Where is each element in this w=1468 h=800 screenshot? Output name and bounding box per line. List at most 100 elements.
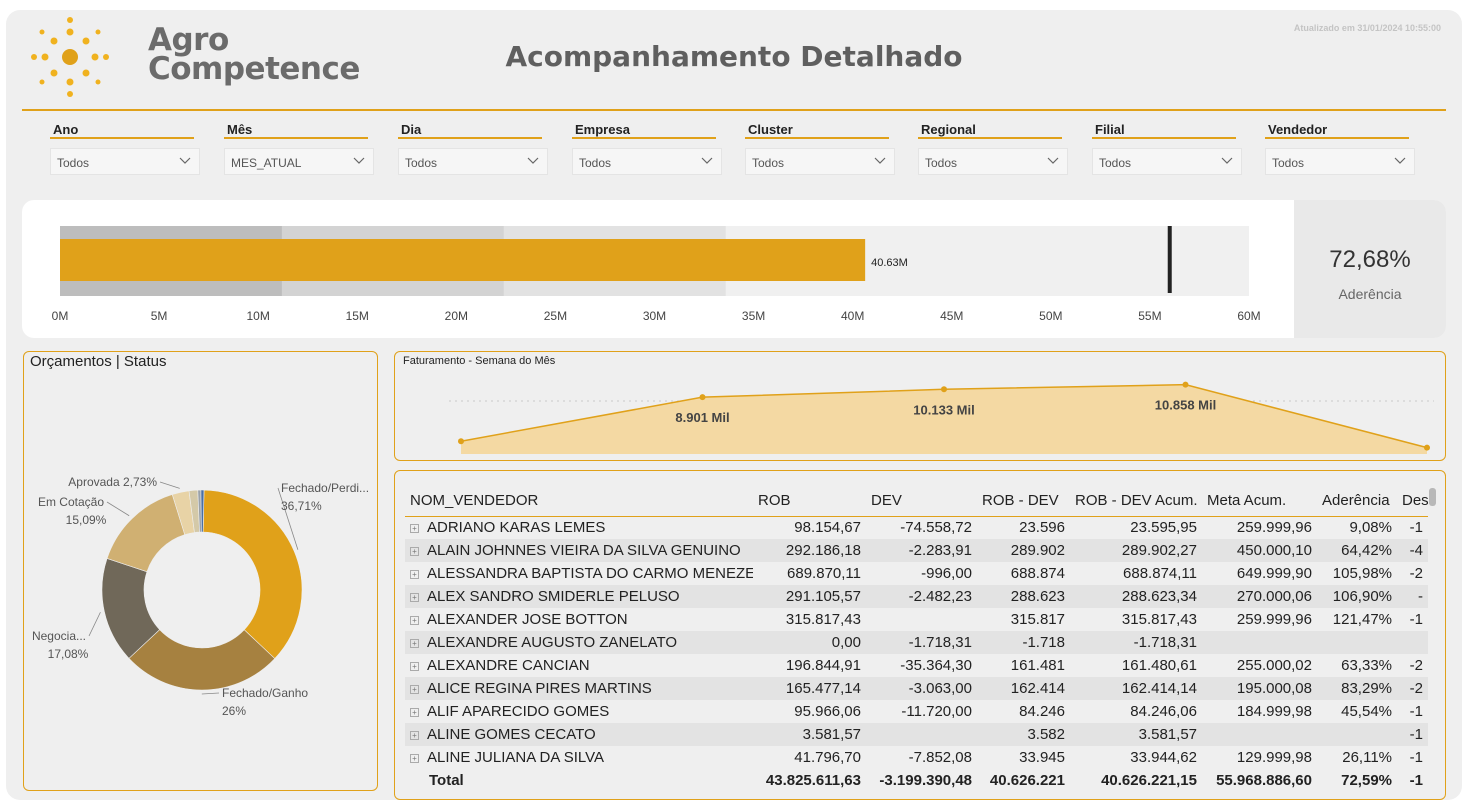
table-cell: -1 xyxy=(1409,749,1423,766)
area-point[interactable] xyxy=(699,394,706,401)
table-cell: -2 xyxy=(1409,657,1423,674)
table-row[interactable]: + ADRIANO KARAS LEMES 98.154,67 -74.558,72 2… xyxy=(405,516,1428,539)
expand-icon[interactable]: + xyxy=(410,754,419,763)
filter-dropdown[interactable]: Todos xyxy=(918,148,1068,175)
table-cell: -35.364,30 xyxy=(900,657,972,674)
filter-dropdown[interactable]: Todos xyxy=(50,148,200,175)
column-header[interactable]: Aderência xyxy=(1317,486,1397,517)
table-row[interactable]: + ALEXANDER JOSE BOTTON 315.817,43 315.817 3… xyxy=(405,608,1428,631)
table-cell: - xyxy=(1397,585,1428,608)
chevron-down-icon xyxy=(701,157,713,164)
table-row[interactable]: + ALINE JULIANA DA SILVA 41.796,70 -7.852,0… xyxy=(405,746,1428,769)
area-data-label: 10.133 Mil xyxy=(913,402,974,417)
expand-icon[interactable]: + xyxy=(410,639,419,648)
bullet-bar[interactable] xyxy=(60,239,866,281)
filter-dropdown[interactable]: Todos xyxy=(1092,148,1242,175)
area-point[interactable] xyxy=(1182,381,1189,388)
table-row[interactable]: + ALEXANDRE AUGUSTO ZANELATO 0,00 -1.718,31… xyxy=(405,631,1428,654)
bullet-tick-label: 0M xyxy=(52,309,69,323)
column-header[interactable]: Meta Acum. xyxy=(1202,486,1317,517)
donut-slice[interactable] xyxy=(200,489,205,533)
expand-icon[interactable]: + xyxy=(410,547,419,556)
expand-icon[interactable]: + xyxy=(410,731,419,740)
column-header[interactable]: Des xyxy=(1397,486,1428,517)
seller-name: ALESSANDRA BAPTISTA DO CARMO MENEZES xyxy=(427,565,753,582)
donut-leader-line xyxy=(201,692,220,695)
column-header[interactable]: ROB - DEV xyxy=(977,486,1070,517)
filter-value: Todos xyxy=(57,156,90,170)
table-cell: 84.246 xyxy=(1019,703,1065,720)
expand-icon[interactable]: + xyxy=(410,662,419,671)
area-point[interactable] xyxy=(458,438,464,445)
table-scrollbar[interactable] xyxy=(1429,488,1436,506)
table-row[interactable]: + ALIF APARECIDO GOMES 95.966,06 -11.720,00… xyxy=(405,700,1428,723)
table-cell xyxy=(1317,723,1397,746)
filter-value: Todos xyxy=(405,156,438,170)
table-cell: 161.481 xyxy=(1010,657,1065,674)
table-cell: 9,08% xyxy=(1349,519,1392,537)
filter-dropdown[interactable]: Todos xyxy=(745,148,895,175)
column-header[interactable]: ROB xyxy=(753,486,866,517)
donut-pct-label: 17,08% xyxy=(48,647,89,661)
table-cell: 26,11% xyxy=(1342,749,1392,766)
bullet-target-marker xyxy=(1167,226,1172,293)
table-cell: + ALEXANDRE CANCIAN xyxy=(405,654,753,677)
filter-dropdown[interactable]: Todos xyxy=(398,148,548,175)
table-cell: 315.817,43 xyxy=(785,611,861,628)
donut-pct-label: 26% xyxy=(222,704,246,718)
area-point[interactable] xyxy=(941,386,947,393)
seller-name: ALINE JULIANA DA SILVA xyxy=(427,749,605,766)
table-cell xyxy=(1202,723,1317,746)
bullet-tick-label: 40M xyxy=(841,309,864,323)
chevron-down-icon xyxy=(353,157,365,164)
donut-pct-label: 36,71% xyxy=(281,499,322,513)
table-cell: 98.154,67 xyxy=(794,519,861,537)
expand-icon[interactable]: + xyxy=(410,708,419,717)
filter-dropdown[interactable]: Todos xyxy=(572,148,722,175)
column-header[interactable]: ROB - DEV Acum. xyxy=(1070,486,1202,517)
filter-7: Vendedor Todos xyxy=(1265,122,1415,175)
donut-slice[interactable] xyxy=(106,494,186,573)
bullet-tick-label: 45M xyxy=(940,309,963,323)
expand-icon[interactable]: + xyxy=(410,616,419,625)
column-header[interactable]: NOM_VENDEDOR xyxy=(405,486,753,517)
filter-dropdown[interactable]: MES_ATUAL xyxy=(224,148,374,175)
donut-title: Orçamentos | Status xyxy=(30,353,167,370)
table-cell: 649.999,90 xyxy=(1236,565,1312,582)
table-cell: 84.246,06 xyxy=(1130,703,1197,720)
table-cell: + ALINE JULIANA DA SILVA xyxy=(405,746,753,769)
expand-icon[interactable]: + xyxy=(410,593,419,602)
expand-icon[interactable]: + xyxy=(410,685,419,694)
filter-4: Cluster Todos xyxy=(745,122,895,175)
table-cell: 23.595,95 xyxy=(1130,519,1197,537)
page-title: Acompanhamento Detalhado xyxy=(505,40,963,73)
table-row[interactable]: + ALINE GOMES CECATO 3.581,57 3.582 3.581,57… xyxy=(405,723,1428,746)
expand-icon[interactable]: + xyxy=(410,524,419,534)
bullet-tick-label: 5M xyxy=(151,309,168,323)
table-row[interactable]: + ALAIN JOHNNES VIEIRA DA SILVA GENUINO 29… xyxy=(405,539,1428,562)
area-point[interactable] xyxy=(1424,444,1430,451)
donut-slice[interactable] xyxy=(128,629,276,691)
filter-2: Dia Todos xyxy=(398,122,548,175)
expand-icon[interactable]: + xyxy=(410,570,419,579)
table-row[interactable]: + ALICE REGINA PIRES MARTINS 165.477,14 -3.… xyxy=(405,677,1428,700)
filter-value: Todos xyxy=(1099,156,1132,170)
donut-leader-line xyxy=(88,612,101,637)
chevron-down-icon xyxy=(527,157,539,164)
table-cell: -1 xyxy=(1409,703,1423,720)
table-cell: 689.870,11 xyxy=(787,565,861,582)
seller-name: ALEXANDRE CANCIAN xyxy=(427,657,590,674)
donut-label: Em Cotação xyxy=(38,495,104,509)
table-row[interactable]: + ALEXANDRE CANCIAN 196.844,91 -35.364,30 16… xyxy=(405,654,1428,677)
column-header[interactable]: DEV xyxy=(866,486,977,517)
filter-dropdown[interactable]: Todos xyxy=(1265,148,1415,175)
filter-0: Ano Todos xyxy=(50,122,200,175)
table-cell: 0,00 xyxy=(753,631,866,654)
filter-value: Todos xyxy=(579,156,612,170)
filter-3: Empresa Todos xyxy=(572,122,722,175)
table-cell: 23.596 xyxy=(1019,519,1065,537)
table-row[interactable]: + ALEX SANDRO SMIDERLE PELUSO 291.105,57 -2… xyxy=(405,585,1428,608)
seller-name: ALIF APARECIDO GOMES xyxy=(427,703,610,720)
table-row[interactable]: + ALESSANDRA BAPTISTA DO CARMO MENEZES 689… xyxy=(405,562,1428,585)
filter-1: Mês MES_ATUAL xyxy=(224,122,374,175)
